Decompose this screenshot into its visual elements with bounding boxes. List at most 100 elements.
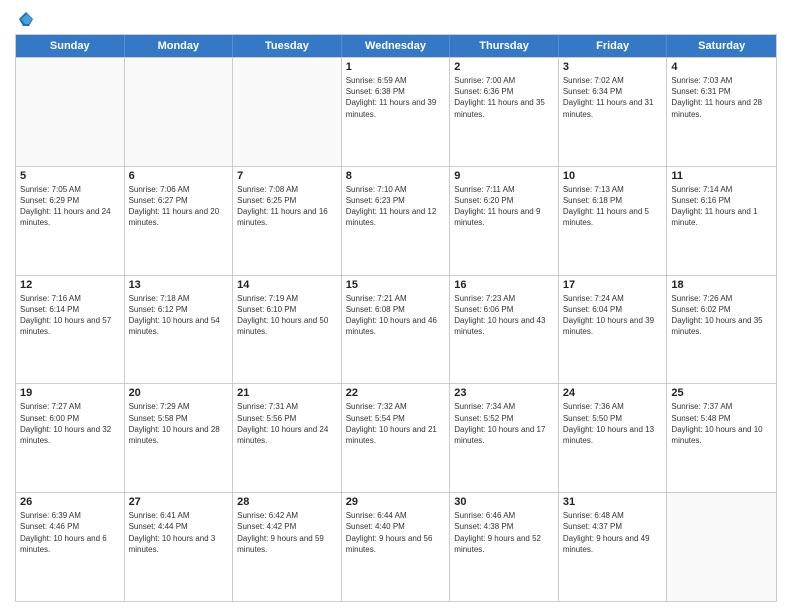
cell-info: Sunrise: 6:42 AMSunset: 4:42 PMDaylight:… [237,510,337,555]
calendar-cell: 18 Sunrise: 7:26 AMSunset: 6:02 PMDayligh… [667,276,776,384]
calendar-cell: 7Sunrise: 7:08 AMSunset: 6:25 PMDaylight… [233,167,342,275]
calendar-cell: 21 Sunrise: 7:31 AMSunset: 5:56 PMDayligh… [233,384,342,492]
cell-info: Sunrise: 7:27 AMSunset: 6:00 PMDaylight:… [20,401,120,446]
day-number: 5 [20,170,120,182]
calendar-header-cell: Saturday [667,35,776,57]
calendar-cell: 5 Sunrise: 7:05 AMSunset: 6:29 PMDaylight… [16,167,125,275]
calendar-cell: 12 Sunrise: 7:16 AMSunset: 6:14 PMDayligh… [16,276,125,384]
day-number: 28 [237,496,337,508]
logo-icon [17,10,35,28]
day-number: 21 [237,387,337,399]
cell-info: Sunrise: 7:24 AMSunset: 6:04 PMDaylight:… [563,293,663,338]
cell-info: Sunrise: 7:16 AMSunset: 6:14 PMDaylight:… [20,293,120,338]
day-number: 8 [346,170,446,182]
cell-info: Sunrise: 7:34 AMSunset: 5:52 PMDaylight:… [454,401,554,446]
cell-info: Sunrise: 6:46 AMSunset: 4:38 PMDaylight:… [454,510,554,555]
calendar-cell: 30 Sunrise: 6:46 AMSunset: 4:38 PMDayligh… [450,493,559,601]
calendar-header-cell: Monday [125,35,234,57]
day-number: 13 [129,279,229,291]
cell-info: Sunrise: 7:08 AMSunset: 6:25 PMDaylight:… [237,184,337,229]
calendar-cell [16,58,125,166]
day-number: 4 [671,61,772,73]
day-number: 26 [20,496,120,508]
cell-info: Sunrise: 7:03 AMSunset: 6:31 PMDaylight:… [671,75,772,120]
day-number: 12 [20,279,120,291]
cell-info: Sunrise: 7:00 AMSunset: 6:36 PMDaylight:… [454,75,554,120]
calendar-cell: 26 Sunrise: 6:39 AMSunset: 4:46 PMDayligh… [16,493,125,601]
calendar-cell: 14 Sunrise: 7:19 AMSunset: 6:10 PMDayligh… [233,276,342,384]
day-number: 3 [563,61,663,73]
calendar-row: 1Sunrise: 6:59 AMSunset: 6:38 PMDaylight… [16,57,776,166]
cell-info: Sunrise: 6:59 AMSunset: 6:38 PMDaylight:… [346,75,446,120]
cell-info: Sunrise: 7:31 AMSunset: 5:56 PMDaylight:… [237,401,337,446]
day-number: 11 [671,170,772,182]
day-number: 14 [237,279,337,291]
calendar-cell: 28 Sunrise: 6:42 AMSunset: 4:42 PMDayligh… [233,493,342,601]
calendar-cell: 23Sunrise: 7:34 AMSunset: 5:52 PMDayligh… [450,384,559,492]
cell-info: Sunrise: 7:19 AMSunset: 6:10 PMDaylight:… [237,293,337,338]
calendar-cell: 22Sunrise: 7:32 AMSunset: 5:54 PMDayligh… [342,384,451,492]
calendar-cell: 17 Sunrise: 7:24 AMSunset: 6:04 PMDayligh… [559,276,668,384]
calendar-cell: 3 Sunrise: 7:02 AMSunset: 6:34 PMDaylight… [559,58,668,166]
calendar-header-cell: Sunday [16,35,125,57]
cell-info: Sunrise: 7:13 AMSunset: 6:18 PMDaylight:… [563,184,663,229]
calendar-header-cell: Friday [559,35,668,57]
day-number: 18 [671,279,772,291]
calendar-cell [125,58,234,166]
cell-info: Sunrise: 7:26 AMSunset: 6:02 PMDaylight:… [671,293,772,338]
day-number: 19 [20,387,120,399]
calendar-cell: 20Sunrise: 7:29 AMSunset: 5:58 PMDayligh… [125,384,234,492]
cell-info: Sunrise: 7:10 AMSunset: 6:23 PMDaylight:… [346,184,446,229]
cell-info: Sunrise: 7:05 AMSunset: 6:29 PMDaylight:… [20,184,120,229]
page: SundayMondayTuesdayWednesdayThursdayFrid… [0,0,792,612]
calendar-row: 26 Sunrise: 6:39 AMSunset: 4:46 PMDayligh… [16,492,776,601]
day-number: 6 [129,170,229,182]
calendar-cell: 13 Sunrise: 7:18 AMSunset: 6:12 PMDayligh… [125,276,234,384]
calendar-cell: 19 Sunrise: 7:27 AMSunset: 6:00 PMDayligh… [16,384,125,492]
calendar-body: 1Sunrise: 6:59 AMSunset: 6:38 PMDaylight… [16,57,776,601]
calendar: SundayMondayTuesdayWednesdayThursdayFrid… [15,34,777,602]
calendar-cell: 4 Sunrise: 7:03 AMSunset: 6:31 PMDaylight… [667,58,776,166]
calendar-row: 5 Sunrise: 7:05 AMSunset: 6:29 PMDaylight… [16,166,776,275]
calendar-cell: 29 Sunrise: 6:44 AMSunset: 4:40 PMDayligh… [342,493,451,601]
day-number: 10 [563,170,663,182]
cell-info: Sunrise: 6:39 AMSunset: 4:46 PMDaylight:… [20,510,120,555]
header [15,10,777,28]
cell-info: Sunrise: 7:02 AMSunset: 6:34 PMDaylight:… [563,75,663,120]
cell-info: Sunrise: 7:11 AMSunset: 6:20 PMDaylight:… [454,184,554,229]
calendar-header-cell: Wednesday [342,35,451,57]
calendar-cell [667,493,776,601]
day-number: 16 [454,279,554,291]
day-number: 25 [671,387,772,399]
cell-info: Sunrise: 7:32 AMSunset: 5:54 PMDaylight:… [346,401,446,446]
calendar-cell: 8 Sunrise: 7:10 AMSunset: 6:23 PMDaylight… [342,167,451,275]
cell-info: Sunrise: 6:44 AMSunset: 4:40 PMDaylight:… [346,510,446,555]
calendar-cell: 9 Sunrise: 7:11 AMSunset: 6:20 PMDaylight… [450,167,559,275]
calendar-header-cell: Thursday [450,35,559,57]
day-number: 2 [454,61,554,73]
calendar-cell: 24 Sunrise: 7:36 AMSunset: 5:50 PMDayligh… [559,384,668,492]
calendar-header: SundayMondayTuesdayWednesdayThursdayFrid… [16,35,776,57]
cell-info: Sunrise: 7:06 AMSunset: 6:27 PMDaylight:… [129,184,229,229]
logo [15,10,35,28]
day-number: 29 [346,496,446,508]
day-number: 9 [454,170,554,182]
calendar-cell: 15Sunrise: 7:21 AMSunset: 6:08 PMDayligh… [342,276,451,384]
calendar-cell: 16 Sunrise: 7:23 AMSunset: 6:06 PMDayligh… [450,276,559,384]
cell-info: Sunrise: 7:18 AMSunset: 6:12 PMDaylight:… [129,293,229,338]
cell-info: Sunrise: 6:41 AMSunset: 4:44 PMDaylight:… [129,510,229,555]
calendar-cell: 31Sunrise: 6:48 AMSunset: 4:37 PMDayligh… [559,493,668,601]
cell-info: Sunrise: 7:29 AMSunset: 5:58 PMDaylight:… [129,401,229,446]
calendar-cell: 25Sunrise: 7:37 AMSunset: 5:48 PMDayligh… [667,384,776,492]
day-number: 30 [454,496,554,508]
calendar-cell: 2 Sunrise: 7:00 AMSunset: 6:36 PMDaylight… [450,58,559,166]
calendar-cell: 27Sunrise: 6:41 AMSunset: 4:44 PMDayligh… [125,493,234,601]
calendar-row: 12 Sunrise: 7:16 AMSunset: 6:14 PMDayligh… [16,275,776,384]
day-number: 24 [563,387,663,399]
cell-info: Sunrise: 7:36 AMSunset: 5:50 PMDaylight:… [563,401,663,446]
cell-info: Sunrise: 7:23 AMSunset: 6:06 PMDaylight:… [454,293,554,338]
day-number: 15 [346,279,446,291]
day-number: 17 [563,279,663,291]
day-number: 31 [563,496,663,508]
calendar-cell [233,58,342,166]
